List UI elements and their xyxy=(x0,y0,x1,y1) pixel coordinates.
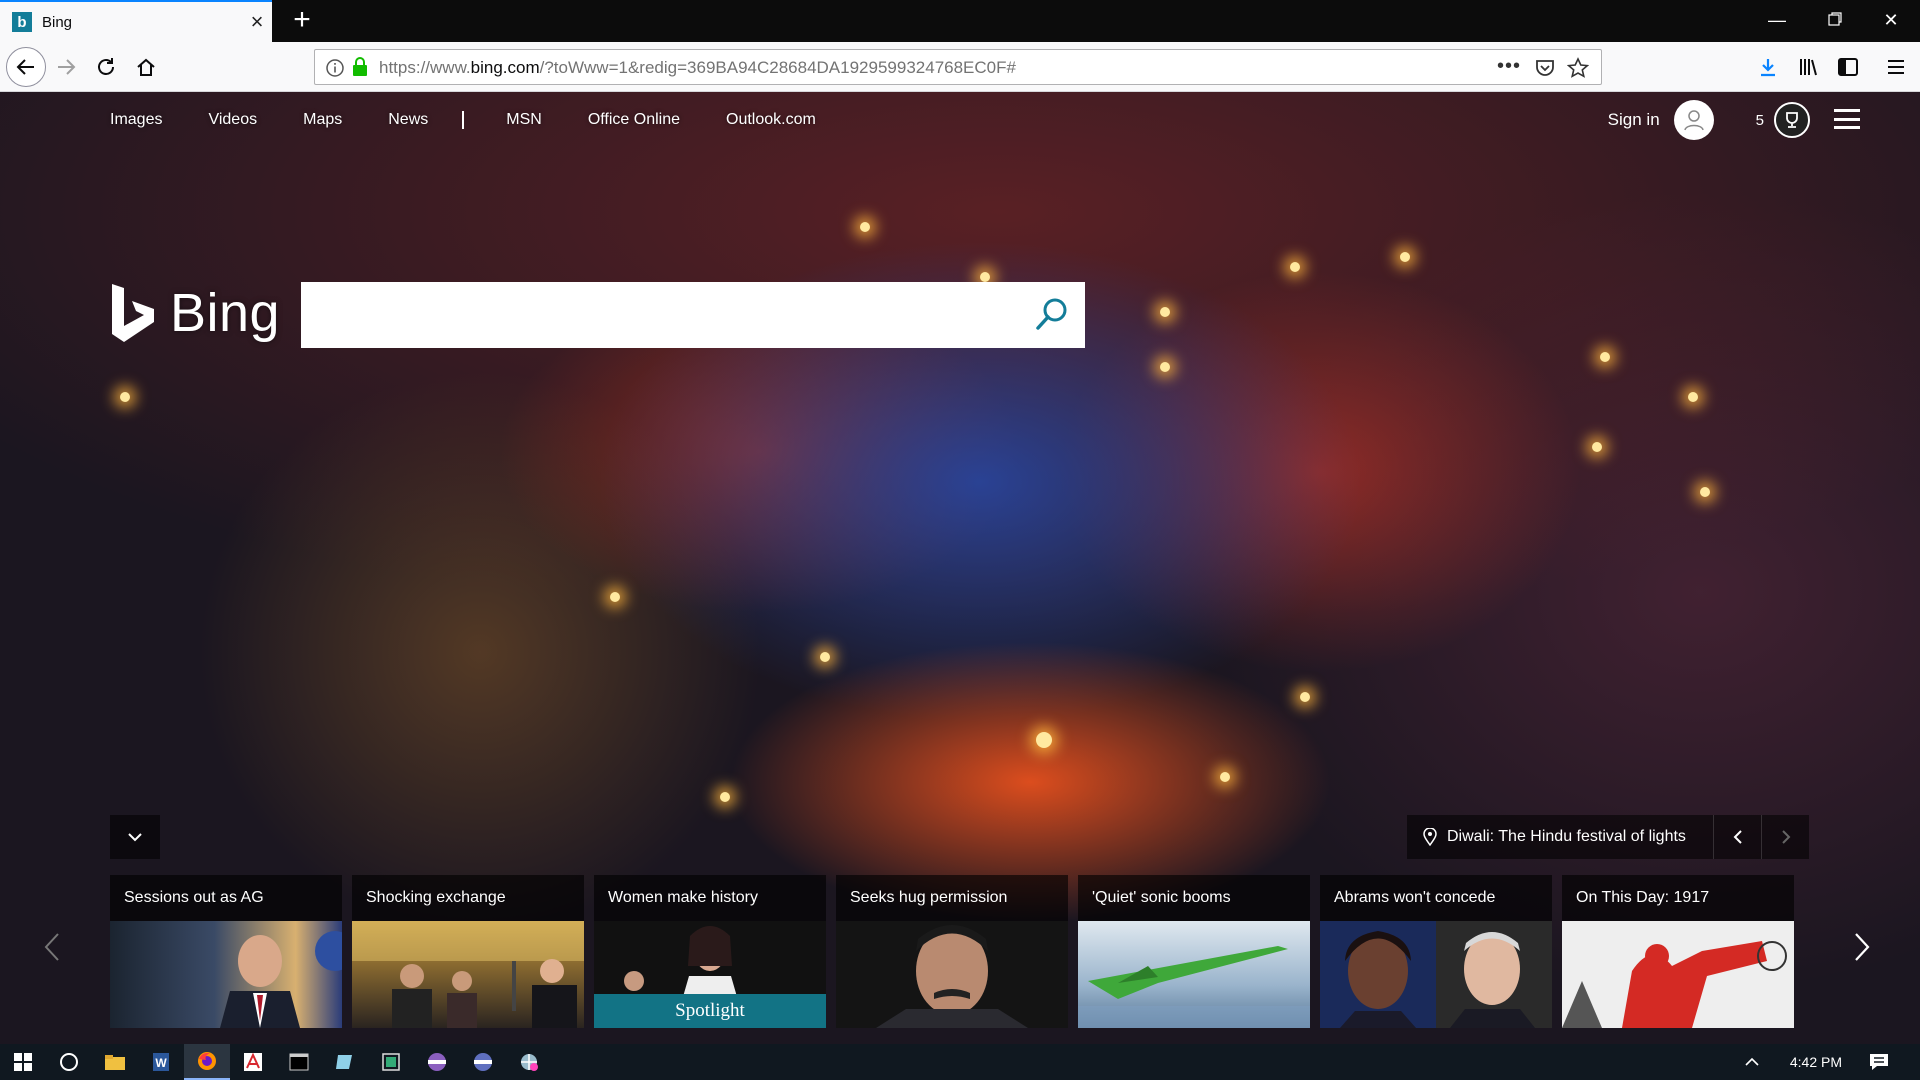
home-icon[interactable] xyxy=(126,47,166,87)
news-card[interactable]: Seeks hug permission xyxy=(836,875,1068,1028)
sidebar-icon[interactable] xyxy=(1828,47,1868,87)
windows-taskbar: W 4:42 PM xyxy=(0,1044,1920,1080)
spotlight-badge[interactable]: Spotlight xyxy=(594,994,826,1028)
back-icon[interactable] xyxy=(6,47,46,87)
search-icon[interactable] xyxy=(1031,294,1073,336)
news-card[interactable]: Women make history Spotlight xyxy=(594,875,826,1028)
news-title[interactable]: On This Day: 1917 xyxy=(1576,875,1709,921)
news-card[interactable]: On This Day: 1917 xyxy=(1562,875,1794,1028)
bing-top-nav: Images Videos Maps News MSN Office Onlin… xyxy=(110,92,862,148)
minimize-icon[interactable]: — xyxy=(1748,0,1806,42)
news-card[interactable]: Sessions out as AG xyxy=(110,875,342,1028)
hamburger-menu-icon[interactable] xyxy=(1834,109,1860,129)
account-area: Sign in 5 xyxy=(1608,92,1810,148)
lock-icon[interactable] xyxy=(351,57,369,77)
search-input[interactable] xyxy=(317,296,1007,334)
app-pill-icon[interactable] xyxy=(460,1044,506,1080)
nav-images[interactable]: Images xyxy=(110,111,162,129)
rewards-points[interactable]: 5 xyxy=(1756,112,1764,129)
avatar-icon[interactable] xyxy=(1673,100,1714,140)
news-title[interactable]: Seeks hug permission xyxy=(850,875,1007,921)
page-actions-icon[interactable]: ••• xyxy=(1497,55,1521,78)
downloads-icon[interactable] xyxy=(1748,47,1788,87)
url-text[interactable]: https://www.bing.com/?toWww=1&redig=369B… xyxy=(379,58,1016,78)
bookmark-star-icon[interactable] xyxy=(1567,57,1589,79)
word-icon[interactable]: W xyxy=(138,1044,184,1080)
bing-favicon-icon: b xyxy=(12,12,32,32)
nav-divider xyxy=(462,111,465,129)
app-pill-icon[interactable] xyxy=(414,1044,460,1080)
news-next-button[interactable] xyxy=(1842,912,1882,982)
cortana-icon[interactable] xyxy=(46,1044,92,1080)
bing-homepage: Images Videos Maps News MSN Office Onlin… xyxy=(0,92,1920,1044)
chevron-right-icon xyxy=(1781,830,1790,844)
news-thumbnail[interactable] xyxy=(1320,921,1552,1028)
tray-chevron-up-icon[interactable] xyxy=(1732,1044,1772,1080)
news-thumbnail[interactable] xyxy=(352,921,584,1028)
news-title[interactable]: Abrams won't concede xyxy=(1334,875,1495,921)
forward-icon[interactable] xyxy=(46,47,86,87)
svg-text:W: W xyxy=(155,1056,167,1070)
chevron-left-icon xyxy=(1733,830,1742,844)
url-bar[interactable]: https://www.bing.com/?toWww=1&redig=369B… xyxy=(314,49,1602,85)
previous-image-button[interactable] xyxy=(1713,815,1761,859)
search-box xyxy=(301,282,1085,348)
rewards-trophy-icon[interactable] xyxy=(1774,102,1810,138)
file-explorer-icon[interactable] xyxy=(92,1044,138,1080)
new-tab-icon[interactable]: + xyxy=(284,2,320,40)
tab-title: Bing xyxy=(42,13,73,31)
news-title[interactable]: Women make history xyxy=(608,875,758,921)
chevron-down-icon xyxy=(128,833,142,842)
sign-in-link[interactable]: Sign in xyxy=(1608,110,1660,130)
terminal-icon[interactable] xyxy=(276,1044,322,1080)
location-pin-icon xyxy=(1423,828,1437,846)
news-card[interactable]: Shocking exchange xyxy=(352,875,584,1028)
bing-logo[interactable]: Bing xyxy=(110,282,280,344)
app-icon[interactable] xyxy=(322,1044,368,1080)
nav-msn[interactable]: MSN xyxy=(506,111,542,129)
close-window-icon[interactable]: ✕ xyxy=(1862,0,1920,42)
info-icon[interactable] xyxy=(325,58,345,78)
action-center-icon[interactable] xyxy=(1856,1044,1902,1080)
acrobat-icon[interactable] xyxy=(230,1044,276,1080)
pocket-icon[interactable] xyxy=(1535,58,1555,78)
nav-outlook[interactable]: Outlook.com xyxy=(726,111,816,129)
browser-tab[interactable]: b Bing × xyxy=(0,0,272,42)
nav-news[interactable]: News xyxy=(388,111,428,129)
news-thumbnail[interactable] xyxy=(110,921,342,1028)
bing-b-icon xyxy=(112,284,154,342)
chevron-right-icon xyxy=(1855,933,1870,961)
library-icon[interactable] xyxy=(1788,47,1828,87)
app-globe-icon[interactable] xyxy=(506,1044,552,1080)
news-prev-button[interactable] xyxy=(32,912,72,982)
tab-close-icon[interactable]: × xyxy=(242,9,272,35)
collapse-news-button[interactable] xyxy=(110,815,160,859)
news-thumbnail[interactable]: Spotlight xyxy=(594,921,826,1028)
reload-icon[interactable] xyxy=(86,47,126,87)
browser-titlebar: b Bing × + — ✕ xyxy=(0,0,1920,42)
news-thumbnail[interactable] xyxy=(836,921,1068,1028)
nav-videos[interactable]: Videos xyxy=(208,111,257,129)
firefox-icon[interactable] xyxy=(184,1044,230,1080)
news-card[interactable]: Abrams won't concede xyxy=(1320,875,1552,1028)
image-caption-bar: Diwali: The Hindu festival of lights xyxy=(1407,815,1809,859)
taskbar-clock[interactable]: 4:42 PM xyxy=(1790,1044,1842,1080)
next-image-button[interactable] xyxy=(1761,815,1809,859)
news-title[interactable]: Sessions out as AG xyxy=(124,875,264,921)
nav-office-online[interactable]: Office Online xyxy=(588,111,680,129)
app-window-icon[interactable] xyxy=(368,1044,414,1080)
image-caption[interactable]: Diwali: The Hindu festival of lights xyxy=(1447,828,1713,846)
restore-icon[interactable] xyxy=(1806,0,1864,42)
logo-text: Bing xyxy=(170,283,281,343)
browser-menu-icon[interactable] xyxy=(1876,47,1916,87)
news-title[interactable]: Shocking exchange xyxy=(366,875,506,921)
news-card[interactable]: 'Quiet' sonic booms xyxy=(1078,875,1310,1028)
news-title[interactable]: 'Quiet' sonic booms xyxy=(1092,875,1231,921)
windows-start-icon[interactable] xyxy=(0,1044,46,1080)
nav-maps[interactable]: Maps xyxy=(303,111,342,129)
chevron-left-icon xyxy=(44,933,59,961)
browser-navbar: https://www.bing.com/?toWww=1&redig=369B… xyxy=(0,42,1920,92)
news-thumbnail[interactable] xyxy=(1562,921,1794,1028)
news-thumbnail[interactable] xyxy=(1078,921,1310,1028)
